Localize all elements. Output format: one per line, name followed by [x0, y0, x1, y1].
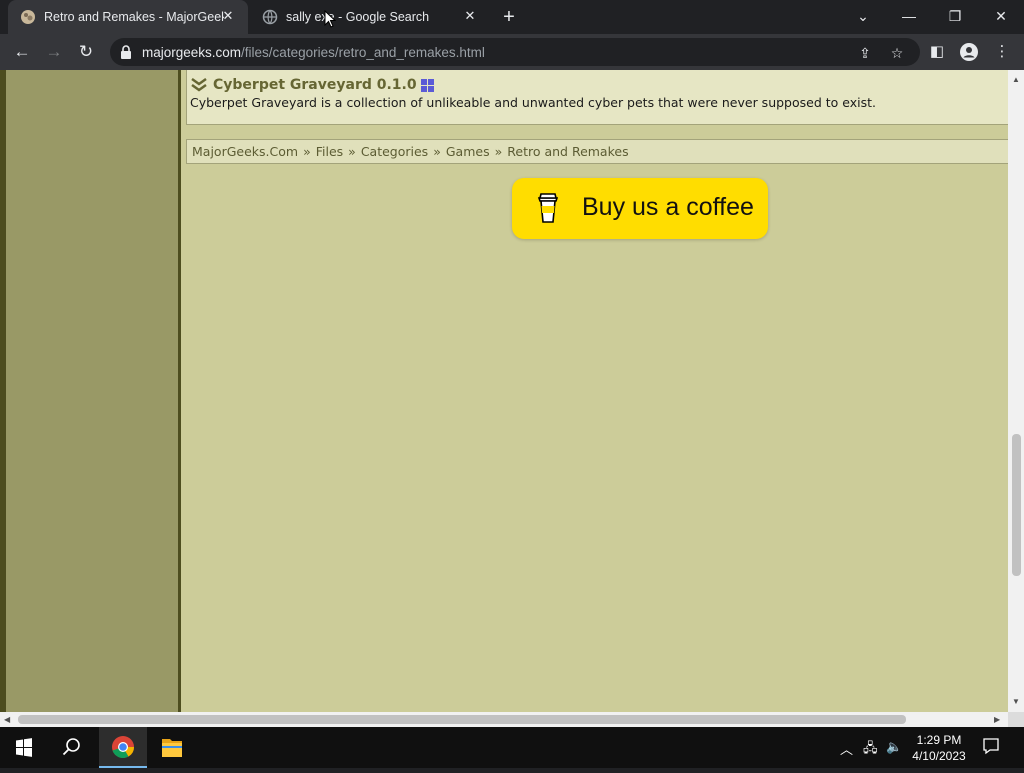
chrome-taskbar-button[interactable]: [99, 727, 147, 768]
tab-title: sally exe - Google Search: [286, 10, 430, 24]
share-icon[interactable]: ⇪: [856, 44, 874, 62]
entry-title-row[interactable]: Cyberpet Graveyard 0.1.0: [191, 77, 434, 93]
back-arrow-icon[interactable]: ←: [10, 40, 34, 64]
clock-time: 1:29 PM: [916, 733, 962, 747]
profile-icon[interactable]: [959, 42, 979, 62]
network-icon[interactable]: 🖧: [863, 739, 878, 761]
entry-description: Cyberpet Graveyard is a collection of un…: [190, 95, 876, 110]
minimize-icon[interactable]: —: [895, 4, 923, 28]
menu-kebab-icon[interactable]: ⋮: [992, 42, 1012, 62]
address-bar[interactable]: majorgeeks.com/files/categories/retro_an…: [110, 38, 920, 66]
close-window-icon[interactable]: ✕: [987, 4, 1015, 28]
breadcrumb-link[interactable]: Files: [316, 144, 343, 159]
scroll-down-arrow-icon[interactable]: ▼: [1012, 698, 1020, 706]
breadcrumb-separator: »: [303, 144, 311, 159]
file-explorer-button[interactable]: [148, 727, 196, 768]
tab-majorgeeks[interactable]: Retro and Remakes - MajorGeeks ✕: [8, 0, 248, 34]
breadcrumb-link[interactable]: Categories: [361, 144, 428, 159]
scroll-right-arrow-icon[interactable]: ▶: [994, 715, 1000, 724]
windows-taskbar: ︿ 🖧 🔈 1:29 PM 4/10/2023: [0, 727, 1024, 768]
entry-title-link[interactable]: Cyberpet Graveyard 0.1.0: [213, 77, 417, 93]
close-tab-icon[interactable]: ✕: [462, 8, 478, 24]
tab-title: Retro and Remakes - MajorGeeks: [44, 10, 224, 24]
url-text: majorgeeks.com/files/categories/retro_an…: [142, 45, 485, 60]
browser-toolbar: ← → ↻ majorgeeks.com/files/categories/re…: [0, 34, 1024, 70]
windows-logo-icon: [420, 78, 434, 92]
tab-strip: Retro and Remakes - MajorGeeks ✕ sally e…: [0, 0, 1024, 34]
tab-search-icon[interactable]: ⌄: [849, 4, 877, 28]
file-entry: Cyberpet Graveyard 0.1.0 Cyberpet Gravey…: [186, 70, 1008, 125]
breadcrumb-link[interactable]: Games: [446, 144, 490, 159]
side-panel-icon[interactable]: ◧: [927, 42, 947, 62]
scroll-up-arrow-icon[interactable]: ▲: [1012, 76, 1020, 84]
horizontal-scroll-thumb[interactable]: [18, 715, 906, 724]
restore-icon[interactable]: ❐: [941, 4, 969, 28]
breadcrumb-separator: »: [494, 144, 503, 159]
majorgeeks-favicon-icon: [21, 10, 35, 24]
breadcrumb-separator: »: [433, 144, 441, 159]
breadcrumb-link[interactable]: MajorGeeks.Com: [192, 144, 298, 159]
notifications-icon[interactable]: [982, 737, 1000, 758]
avatar: [960, 43, 978, 61]
new-tab-button[interactable]: +: [498, 6, 520, 28]
show-hidden-icons-chevron-icon[interactable]: ︿: [840, 739, 853, 758]
close-tab-icon[interactable]: ✕: [220, 8, 236, 24]
forward-arrow-icon[interactable]: →: [42, 40, 66, 64]
breadcrumb-link[interactable]: Retro and Remakes: [507, 144, 628, 159]
reload-icon[interactable]: ↻: [74, 40, 98, 64]
volume-icon[interactable]: 🔈: [886, 739, 902, 755]
mouse-cursor-icon: [324, 10, 336, 28]
breadcrumb: MajorGeeks.Com » Files » Categories » Games » Re…: [186, 139, 1008, 164]
clock-date: 4/10/2023: [912, 749, 966, 763]
vertical-scroll-thumb[interactable]: [1012, 434, 1021, 576]
web-page: Cyberpet Graveyard 0.1.0 Cyberpet Gravey…: [0, 70, 1008, 712]
left-sidebar: [6, 70, 178, 712]
tab-google-search[interactable]: sally exe - Google Search ✕: [250, 0, 490, 34]
breadcrumb-separator: »: [348, 144, 356, 159]
globe-icon: [262, 9, 278, 25]
start-button[interactable]: [0, 727, 48, 768]
lock-icon: [121, 45, 131, 59]
vertical-scrollbar[interactable]: ▲ ▼: [1008, 70, 1024, 712]
bookmark-star-icon[interactable]: ☆: [888, 44, 906, 62]
notification-speech-icon: [983, 738, 999, 755]
folder-icon: [162, 739, 182, 757]
sidebar-divider: [178, 70, 181, 712]
double-chevron-down-icon: [191, 78, 207, 92]
chrome-icon: [112, 736, 134, 759]
coffee-cup-icon: [537, 193, 559, 223]
scroll-left-arrow-icon[interactable]: ◀: [4, 715, 10, 724]
taskbar-clock[interactable]: 1:29 PM 4/10/2023: [905, 732, 973, 764]
buy-coffee-button[interactable]: Buy us a coffee: [512, 178, 768, 239]
buy-coffee-label: Buy us a coffee: [582, 193, 754, 221]
search-button[interactable]: [48, 727, 96, 768]
windows-start-icon: [16, 738, 32, 757]
scrollbar-corner: [1008, 712, 1024, 727]
search-icon: [62, 738, 80, 756]
horizontal-scrollbar[interactable]: ◀ ▶: [0, 712, 1008, 727]
